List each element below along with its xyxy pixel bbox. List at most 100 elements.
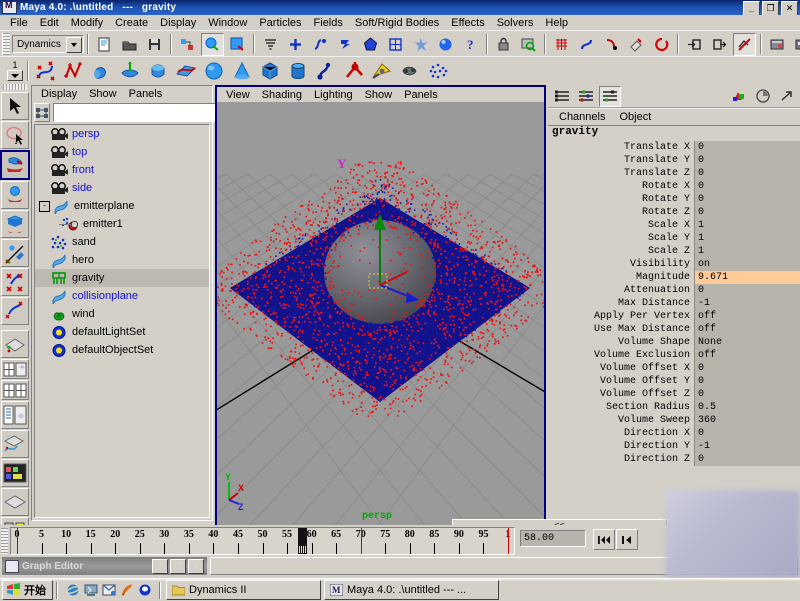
scale-tool-icon[interactable] [1, 239, 29, 267]
channel-name[interactable]: Volume Sweep [548, 414, 694, 427]
graph-editor-close-button[interactable]: ✕ [188, 559, 204, 574]
outliner-item-collisionplane[interactable]: collisionplane [35, 287, 209, 305]
channel-value[interactable]: 1 [694, 219, 800, 232]
outliner-item-defaultlightset[interactable]: defaultLightSet [35, 323, 209, 341]
poly-cube-icon[interactable] [257, 58, 283, 84]
clock-icon[interactable] [752, 86, 774, 107]
chevron-down-icon[interactable] [66, 37, 82, 53]
particle-emitter-icon[interactable] [425, 58, 451, 84]
tree-node-dot[interactable] [71, 221, 78, 228]
channel-value[interactable]: 0 [694, 141, 800, 154]
channel-name[interactable]: Volume Offset Y [548, 375, 694, 388]
channel-value[interactable]: 1 [694, 245, 800, 258]
arrow-icon[interactable] [776, 86, 798, 107]
channel-value[interactable]: 0 [694, 284, 800, 297]
menu-item-modify[interactable]: Modify [65, 16, 109, 30]
channel-value[interactable]: 0 [694, 375, 800, 388]
current-time-field[interactable]: 58.00 [520, 530, 586, 547]
channel-value[interactable]: -1 [694, 440, 800, 453]
snap-point-icon[interactable] [600, 33, 623, 56]
lattice-icon[interactable] [369, 58, 395, 84]
render-view-icon[interactable] [517, 33, 540, 56]
save-scene-icon[interactable] [143, 33, 166, 56]
two-pane-side-layout-icon[interactable] [1, 380, 29, 400]
expand-collapse-icon[interactable]: - [39, 201, 50, 212]
nurbs-sphere-icon[interactable] [201, 58, 227, 84]
loft-icon[interactable] [117, 58, 143, 84]
construction-history-icon[interactable] [733, 33, 756, 56]
help-icon[interactable]: ? [459, 33, 482, 56]
graph-editor-maximize-button[interactable]: ❒ [170, 559, 186, 574]
channel-value[interactable]: 1 [694, 232, 800, 245]
show-desktop-icon[interactable] [83, 583, 98, 598]
menu-item-soft-rigid-bodies[interactable]: Soft/Rigid Bodies [349, 16, 445, 30]
channel-value[interactable]: 0.5 [694, 401, 800, 414]
menu-item-help[interactable]: Help [539, 16, 574, 30]
channel-row[interactable]: Scale Y1 [548, 232, 800, 245]
internet-explorer-icon[interactable] [65, 583, 80, 598]
polygon-icon[interactable] [359, 33, 382, 56]
channel-row[interactable]: Direction Y-1 [548, 440, 800, 453]
channel-name[interactable]: Section Radius [548, 401, 694, 414]
outliner-persp-layout-icon[interactable] [1, 401, 29, 429]
outlook-express-icon[interactable] [101, 583, 116, 598]
restore-button[interactable]: ❐ [762, 1, 779, 16]
revolve-icon[interactable] [89, 58, 115, 84]
outliner-item-front[interactable]: front [35, 161, 209, 179]
outliner-item-persp[interactable]: persp [35, 125, 209, 143]
menu-item-fields[interactable]: Fields [308, 16, 349, 30]
menu-item-file[interactable]: File [4, 16, 34, 30]
channel-row[interactable]: Direction Z0 [548, 453, 800, 466]
channel-row[interactable]: Volume Offset Z0 [548, 388, 800, 401]
snap-curve-icon[interactable] [575, 33, 598, 56]
channel-row[interactable]: Translate Z0 [548, 167, 800, 180]
joint-tool-icon[interactable] [341, 58, 367, 84]
curve-tool-icon[interactable] [309, 33, 332, 56]
ik-handle-icon[interactable] [313, 58, 339, 84]
channel-row[interactable]: Volume Offset Y0 [548, 375, 800, 388]
menu-item-create[interactable]: Create [109, 16, 154, 30]
channel-name[interactable]: Translate X [548, 141, 694, 154]
channel-value[interactable]: 0 [694, 453, 800, 466]
channel-value[interactable]: 9.671 [694, 271, 800, 284]
statusline-grip[interactable] [2, 33, 10, 55]
open-scene-icon[interactable] [118, 33, 141, 56]
messenger-icon[interactable] [137, 583, 152, 598]
taskbar-task[interactable]: MMaya 4.0: .\untitled --- ... [324, 580, 499, 600]
channel-row[interactable]: Rotate Z0 [548, 206, 800, 219]
snap-grid-icon[interactable] [550, 33, 573, 56]
channel-name[interactable]: Volume Shape [548, 336, 694, 349]
outliner-item-defaultobjectset[interactable]: defaultObjectSet [35, 341, 209, 359]
new-scene-icon[interactable] [93, 33, 116, 56]
surface-icon[interactable] [334, 33, 357, 56]
channel-row[interactable]: Section Radius0.5 [548, 401, 800, 414]
step-back-icon[interactable] [616, 529, 638, 550]
channel-value[interactable]: off [694, 323, 800, 336]
channel-attribute-list[interactable]: Translate X0Translate Y0Translate Z0Rota… [548, 141, 800, 525]
channel-name[interactable]: Volume Offset Z [548, 388, 694, 401]
planar-icon[interactable] [173, 58, 199, 84]
render-settings-icon[interactable] [791, 33, 800, 56]
minimize-button[interactable]: _ [743, 1, 760, 16]
selection-mask-menu-icon[interactable] [259, 33, 282, 56]
last-tool-icon[interactable] [1, 297, 29, 325]
menu-item-solvers[interactable]: Solvers [491, 16, 540, 30]
select-by-object-icon[interactable] [201, 33, 224, 56]
channel-name[interactable]: Volume Exclusion [548, 349, 694, 362]
outliner-item-wind[interactable]: wind [35, 305, 209, 323]
viewport-menu-lighting[interactable]: Lighting [308, 89, 359, 101]
channel-value[interactable]: 0 [694, 427, 800, 440]
channel-row[interactable]: Volume ShapeNone [548, 336, 800, 349]
select-tool-icon[interactable] [1, 92, 29, 120]
graph-editor-titlebar[interactable]: Graph Editor ❐ ❒ ✕ [2, 557, 207, 575]
viewport-menu-view[interactable]: View [220, 89, 256, 101]
channel-name[interactable]: Visibility [548, 258, 694, 271]
shelf-tab-selector[interactable]: 1 [6, 60, 24, 82]
input-connections-icon[interactable] [683, 33, 706, 56]
outliner-item-top[interactable]: top [35, 143, 209, 161]
channel-value[interactable]: 0 [694, 180, 800, 193]
lasso-tool-icon[interactable] [1, 121, 29, 149]
move-tool-icon[interactable] [1, 181, 29, 209]
persp-only-layout-icon[interactable] [1, 488, 29, 516]
persp-graph-layout-icon[interactable] [1, 430, 29, 458]
